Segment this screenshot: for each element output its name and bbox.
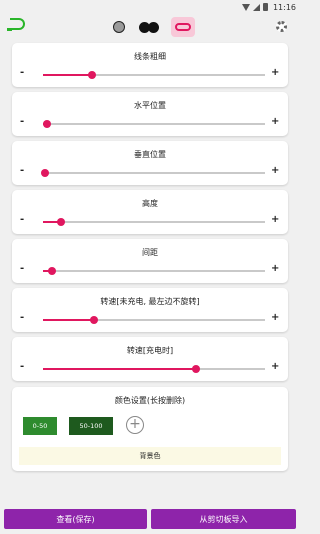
- slider[interactable]: [41, 169, 265, 177]
- wifi-icon: [241, 3, 250, 11]
- slider-card: 高度 - +: [12, 190, 288, 234]
- slider-card: 线条粗细 - +: [12, 43, 288, 87]
- slider[interactable]: [43, 120, 265, 128]
- slider-thumb[interactable]: [47, 267, 56, 275]
- decrease-button[interactable]: -: [20, 166, 24, 176]
- increase-button[interactable]: +: [271, 362, 279, 372]
- increase-button[interactable]: +: [271, 117, 279, 127]
- slider-label: 间距: [142, 248, 158, 257]
- slider[interactable]: [43, 71, 265, 79]
- gear-icon[interactable]: [276, 21, 287, 32]
- slider-track: [43, 123, 265, 125]
- slider-thumb[interactable]: [90, 316, 99, 324]
- increase-button[interactable]: +: [271, 166, 279, 176]
- slider-thumb[interactable]: [192, 365, 201, 373]
- signal-icon: [252, 3, 260, 11]
- slider-label: 水平位置: [134, 101, 166, 110]
- slider-thumb[interactable]: [41, 169, 50, 177]
- slider-track: [43, 221, 265, 223]
- slider-card: 垂直位置 - +: [12, 141, 288, 185]
- color-chip-0-50[interactable]: 0-50: [23, 417, 57, 435]
- slider-card: 水平位置 - +: [12, 92, 288, 136]
- color-settings-card: 颜色设置(长按删除) 0-50 50-100 + 背景色: [12, 387, 288, 471]
- slider-thumb[interactable]: [56, 218, 65, 226]
- style-dot-icon[interactable]: [113, 21, 125, 33]
- decrease-button[interactable]: -: [20, 215, 24, 225]
- style-pair-icon[interactable]: [137, 20, 161, 34]
- slider-card: 转速[充电时] - +: [12, 337, 288, 381]
- status-time: 11:16: [272, 2, 296, 12]
- view-save-button[interactable]: 查看(保存): [4, 509, 147, 529]
- slider[interactable]: [43, 365, 265, 373]
- slider-track: [43, 270, 265, 272]
- decrease-button[interactable]: -: [20, 362, 24, 372]
- slider-track: [43, 172, 265, 174]
- add-color-icon[interactable]: +: [126, 416, 144, 434]
- increase-button[interactable]: +: [271, 313, 279, 323]
- color-settings-title: 颜色设置(长按删除): [114, 396, 186, 405]
- slider[interactable]: [43, 316, 265, 324]
- slider-thumb[interactable]: [43, 120, 52, 128]
- slider-label: 转速[充电时]: [126, 346, 174, 355]
- slider[interactable]: [43, 218, 265, 226]
- slider-card: 转速[未充电, 最左边不旋转] - +: [12, 288, 288, 332]
- color-chip-50-100[interactable]: 50-100: [69, 417, 113, 435]
- slider-fill: [43, 319, 95, 321]
- decrease-button[interactable]: -: [20, 117, 24, 127]
- slider-label: 垂直位置: [134, 150, 166, 159]
- increase-button[interactable]: +: [271, 264, 279, 274]
- slider-label: 高度: [142, 199, 158, 208]
- decrease-button[interactable]: -: [20, 313, 24, 323]
- decrease-button[interactable]: -: [20, 264, 24, 274]
- slider-thumb[interactable]: [87, 71, 96, 79]
- toolbar: [0, 14, 300, 42]
- slider-fill: [43, 368, 197, 370]
- slider-card: 间距 - +: [12, 239, 288, 283]
- logo-icon[interactable]: [7, 18, 25, 31]
- slider-label: 转速[未充电, 最左边不旋转]: [100, 297, 200, 306]
- style-pill-icon[interactable]: [171, 17, 195, 37]
- slider-label: 线条粗细: [134, 52, 166, 61]
- decrease-button[interactable]: -: [20, 68, 24, 78]
- background-color-button[interactable]: 背景色: [19, 447, 281, 465]
- import-clipboard-button[interactable]: 从剪切板导入: [151, 509, 296, 529]
- slider[interactable]: [43, 267, 265, 275]
- battery-icon: [262, 3, 268, 11]
- increase-button[interactable]: +: [271, 215, 279, 225]
- increase-button[interactable]: +: [271, 68, 279, 78]
- slider-fill: [43, 74, 92, 76]
- status-bar: 11:16: [0, 0, 300, 14]
